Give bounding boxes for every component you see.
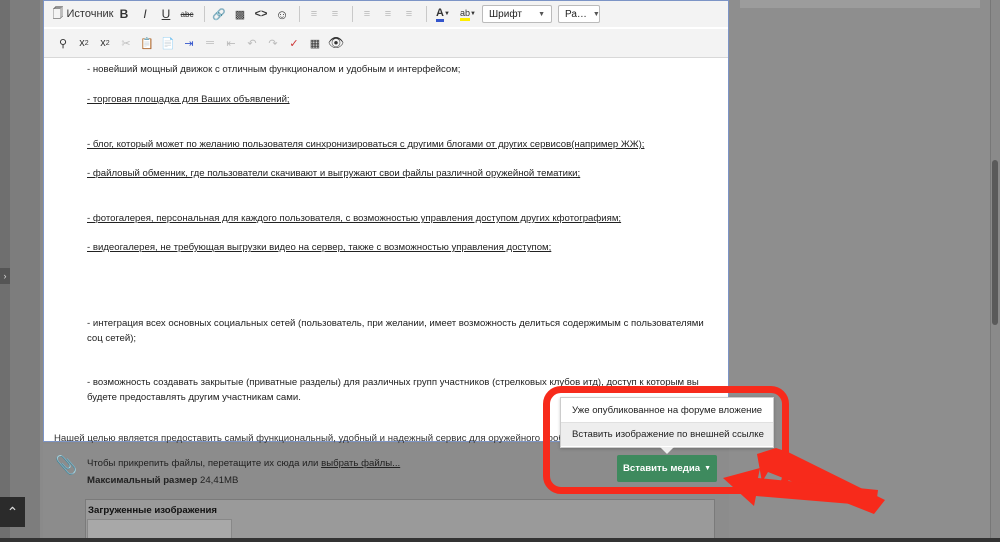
scroll-to-top-button[interactable]: ⌃ — [0, 497, 25, 527]
annotation-arrows — [723, 448, 885, 514]
chevron-up-icon: ⌃ — [6, 504, 19, 520]
bottom-bar — [0, 538, 1000, 542]
